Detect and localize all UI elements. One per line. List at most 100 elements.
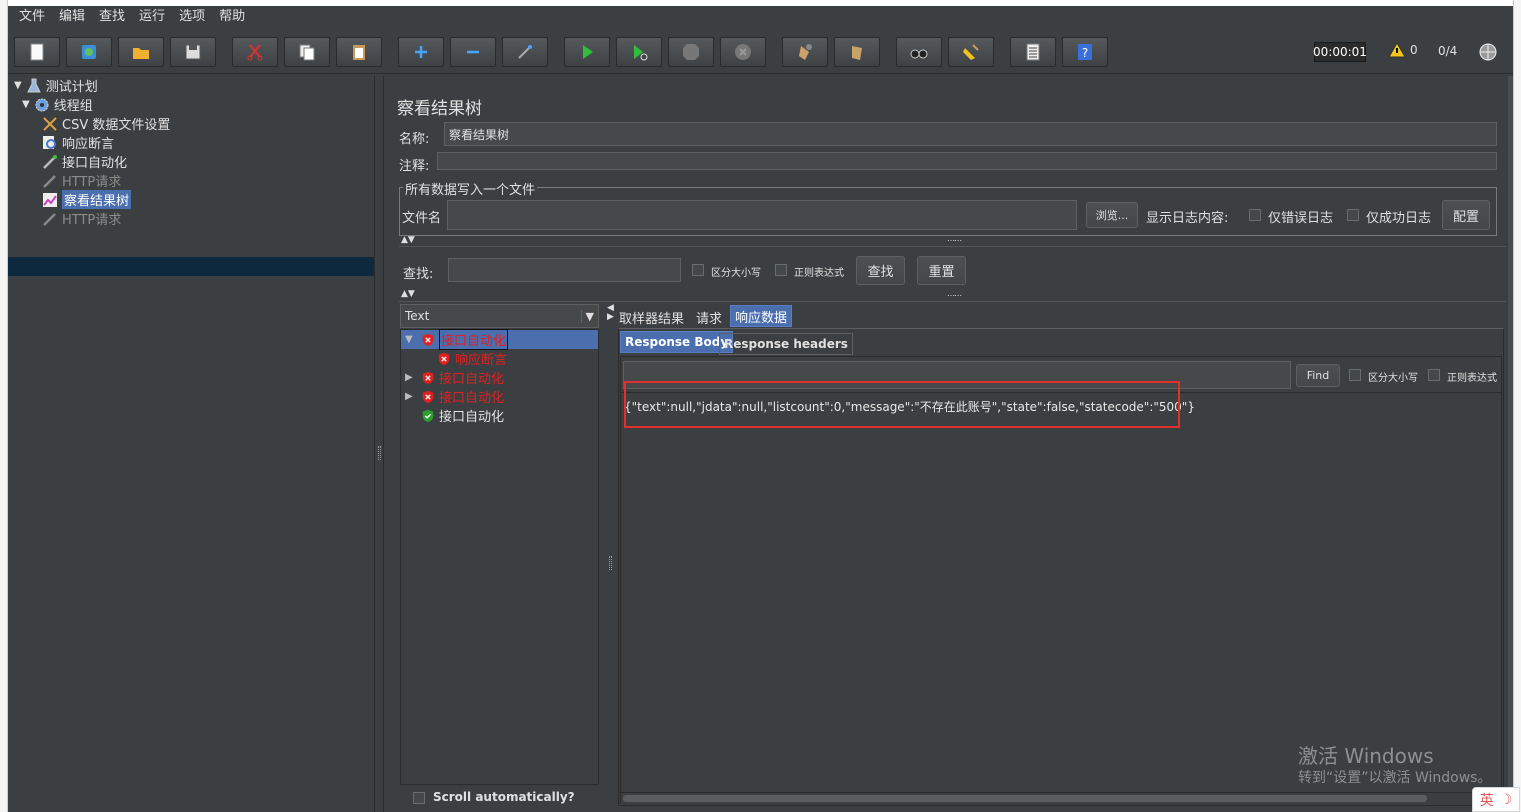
function-helper-button[interactable] (1010, 37, 1056, 67)
tab-request[interactable]: 请求 (692, 306, 726, 328)
background-window-strip (0, 0, 8, 812)
response-find-button[interactable]: Find (1296, 364, 1340, 387)
clear-all-button[interactable] (834, 37, 880, 67)
warning-indicator[interactable]: 0 (1388, 42, 1418, 58)
start-no-pause-button[interactable] (616, 37, 662, 67)
svg-text:?: ? (1082, 46, 1088, 60)
collapse-arrows-icon[interactable]: ▲▼ (401, 235, 415, 245)
collapse-button[interactable] (450, 37, 496, 67)
chart-icon (43, 192, 57, 207)
reset-search-button[interactable] (948, 37, 994, 67)
save-button[interactable] (170, 37, 216, 67)
stop-button[interactable] (668, 37, 714, 67)
menu-search[interactable]: 查找 (92, 6, 132, 28)
split-divider[interactable] (374, 76, 384, 812)
expand-arrow-icon[interactable]: ▼ (22, 99, 30, 110)
new-button[interactable] (14, 37, 60, 67)
response-text-area[interactable] (621, 392, 1501, 792)
error-shield-icon (422, 390, 434, 403)
collapsed-arrow-icon[interactable]: ▶ (405, 372, 417, 383)
result-item[interactable]: 接口自动化 (405, 406, 504, 425)
pipette-icon (43, 154, 57, 169)
remote-globe-icon[interactable] (1478, 42, 1498, 62)
toggle-button[interactable] (502, 37, 548, 67)
response-regex-checkbox[interactable] (1428, 369, 1440, 381)
reset-button[interactable]: 重置 (917, 256, 966, 285)
tree-item-csv-config[interactable]: CSV 数据文件设置 (42, 114, 170, 133)
list-icon (1026, 43, 1040, 61)
collapse-left-arrow-icon[interactable]: ◀ ▶ (607, 304, 614, 322)
clear-button[interactable] (782, 37, 828, 67)
filename-field[interactable] (447, 200, 1077, 230)
result-item[interactable]: ▶ 接口自动化 (405, 387, 504, 406)
copy-button[interactable] (284, 37, 330, 67)
ime-indicator[interactable]: 英 ☽ (1472, 787, 1520, 812)
tab-response-body[interactable]: Response Body (620, 331, 734, 353)
warning-icon (1388, 42, 1406, 58)
vertical-scrollbar[interactable] (1508, 76, 1513, 812)
cut-button[interactable] (232, 37, 278, 67)
regex-checkbox[interactable] (775, 264, 787, 276)
renderer-select[interactable]: Text ▼ (400, 304, 599, 328)
paste-button[interactable] (336, 37, 382, 67)
tree-item-http-request-disabled[interactable]: HTTP请求 (42, 209, 121, 228)
menu-file[interactable]: 文件 (12, 6, 52, 28)
scroll-auto-label: Scroll automatically? (433, 790, 575, 804)
menu-options[interactable]: 选项 (172, 6, 212, 28)
tab-sampler-result[interactable]: 取样器结果 (615, 306, 688, 328)
case-sensitive-checkbox[interactable] (692, 264, 704, 276)
result-item[interactable]: 响应断言 (421, 349, 507, 368)
comment-field[interactable] (437, 152, 1497, 170)
sample-results-tree: ▼ 接口自动化 响应断言 ▶ 接口自动化 ▶ 接口自动化 接口自动化 (400, 329, 599, 785)
open-button[interactable] (118, 37, 164, 67)
response-case-checkbox[interactable] (1349, 369, 1361, 381)
menu-run[interactable]: 运行 (132, 6, 172, 28)
regex-label: 正则表达式 (794, 268, 844, 279)
menu-help[interactable]: 帮助 (212, 6, 252, 28)
background-window-strip-right (1513, 0, 1521, 812)
tab-response-headers[interactable]: Response headers (719, 333, 853, 355)
menu-edit[interactable]: 编辑 (52, 6, 92, 28)
response-find-input[interactable] (623, 361, 1291, 389)
find-button[interactable]: 查找 (856, 256, 905, 285)
help-button[interactable]: ? (1062, 37, 1108, 67)
vertical-split-grip[interactable] (609, 556, 612, 570)
tree-item-thread-group[interactable]: ▼ 线程组 (22, 95, 93, 114)
search-button[interactable] (896, 37, 942, 67)
errors-only-checkbox[interactable] (1249, 209, 1261, 221)
tree-item-http-request-disabled[interactable]: HTTP请求 (42, 171, 121, 190)
tree-item-test-plan[interactable]: ▼ 测试计划 (14, 76, 98, 95)
configure-button[interactable]: 配置 (1442, 200, 1490, 230)
result-item[interactable]: ▶ 接口自动化 (405, 368, 504, 387)
expand-button[interactable] (398, 37, 444, 67)
separator-grip: ⋯⋯ (947, 236, 962, 245)
name-field[interactable]: 察看结果树 (444, 122, 1497, 146)
success-only-checkbox[interactable] (1347, 209, 1359, 221)
elapsed-timer: 00:00:01 (1313, 42, 1367, 62)
templates-button[interactable] (66, 37, 112, 67)
search-input[interactable] (448, 258, 681, 282)
scrollbar-thumb[interactable] (623, 795, 1427, 802)
tree-item-sampler-auto[interactable]: 接口自动化 (42, 152, 127, 171)
tree-item-response-assertion[interactable]: 响应断言 (42, 133, 114, 152)
horizontal-scrollbar[interactable] (621, 792, 1501, 804)
tree-item-label: HTTP请求 (62, 175, 122, 190)
tab-response-data[interactable]: 响应数据 (730, 305, 793, 327)
response-regex-label: 正则表达式 (1447, 373, 1497, 384)
scroll-auto-checkbox[interactable] (413, 792, 425, 804)
expanded-arrow-icon[interactable]: ▼ (405, 334, 417, 345)
browse-button[interactable]: 浏览... (1086, 202, 1138, 228)
expand-arrow-icon[interactable]: ▼ (14, 80, 22, 91)
shutdown-button[interactable] (720, 37, 766, 67)
collapsed-arrow-icon[interactable]: ▶ (405, 391, 417, 402)
response-case-label: 区分大小写 (1368, 373, 1418, 384)
tree-selection-highlight (8, 257, 374, 276)
help-icon: ? (1078, 44, 1092, 60)
start-button[interactable] (564, 37, 610, 67)
stop-icon (683, 44, 699, 60)
result-item[interactable]: ▼ 接口自动化 (405, 329, 509, 350)
flask-icon (26, 78, 41, 92)
result-item-label: 接口自动化 (439, 410, 505, 425)
tree-item-view-results-tree[interactable]: 察看结果树 (42, 190, 132, 209)
collapse-arrows-icon[interactable]: ▲▼ (401, 289, 415, 299)
